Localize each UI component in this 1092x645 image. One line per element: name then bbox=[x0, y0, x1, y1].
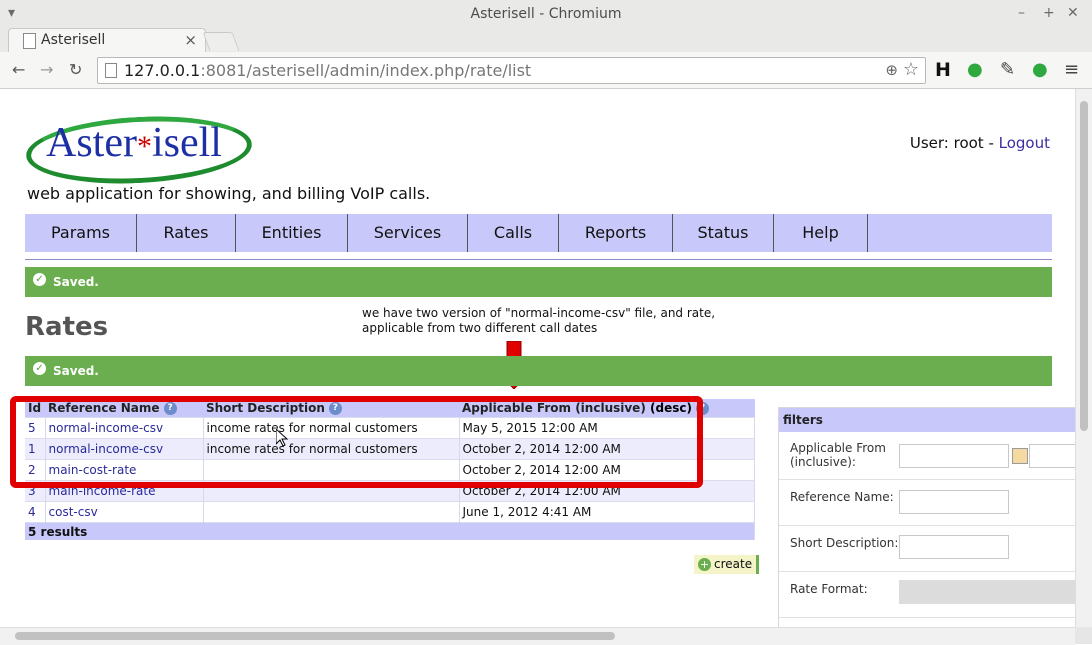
evernote-extension-icon[interactable]: ● bbox=[967, 59, 983, 80]
logo-text: Aster*isell bbox=[46, 120, 222, 166]
page-title: Rates bbox=[25, 312, 109, 342]
menu-item-reports[interactable]: Reports bbox=[559, 214, 673, 252]
menu-item-params[interactable]: Params bbox=[25, 214, 137, 252]
filters-title: filters bbox=[779, 408, 1075, 432]
new-tab-button[interactable] bbox=[202, 32, 240, 51]
horizontal-scroll-thumb[interactable] bbox=[15, 632, 615, 640]
row-applicable-from: June 1, 2012 4:41 AM bbox=[459, 501, 755, 523]
table-footer-row: 5 results bbox=[25, 522, 755, 540]
plus-icon: + bbox=[698, 558, 711, 571]
asterisell-logo[interactable]: Aster*isell bbox=[24, 111, 254, 189]
flash-message: Saved. bbox=[53, 275, 99, 289]
filters-panel: filters Applicable From (inclusive): Ref… bbox=[778, 407, 1075, 627]
annotation-line-1: we have two version of "normal-income-cs… bbox=[362, 306, 716, 320]
horizontal-scrollbar[interactable] bbox=[0, 627, 1075, 645]
filter-label: Rate Format: bbox=[790, 582, 868, 596]
browser-toolbar: ← → ↻ 127.0.0.1:8081/asterisell/admin/in… bbox=[0, 52, 1092, 89]
maximize-icon[interactable]: + bbox=[1043, 5, 1055, 21]
eyedropper-extension-icon[interactable]: ✎ bbox=[1000, 59, 1015, 80]
window-title: Asterisell - Chromium bbox=[470, 6, 622, 22]
zoom-icon[interactable]: ⊕ bbox=[885, 61, 898, 79]
page-info-icon[interactable] bbox=[105, 63, 117, 78]
back-icon[interactable]: ← bbox=[12, 60, 25, 79]
user-info: User: root - Logout bbox=[910, 134, 1050, 152]
close-window-icon[interactable]: ✕ bbox=[1067, 5, 1079, 21]
reference-name-input[interactable] bbox=[899, 490, 1009, 514]
check-icon: ✓ bbox=[33, 273, 46, 286]
filter-reference-name: Reference Name: bbox=[779, 480, 1075, 526]
menu-item-help[interactable]: Help bbox=[774, 214, 868, 252]
menu-item-entities[interactable]: Entities bbox=[236, 214, 348, 252]
menu-item-status[interactable]: Status bbox=[673, 214, 774, 252]
annotation-highlight-box bbox=[10, 396, 703, 488]
page-viewport: Aster*isell web application for showing,… bbox=[0, 89, 1075, 627]
results-count: 5 results bbox=[25, 522, 755, 540]
filter-label: Applicable From (inclusive): bbox=[790, 441, 886, 469]
page-icon bbox=[23, 33, 36, 49]
menu-divider bbox=[25, 259, 1052, 260]
row-id-link[interactable]: 4 bbox=[28, 505, 36, 519]
browser-tab[interactable]: Asterisell × bbox=[8, 28, 206, 53]
calendar-icon[interactable] bbox=[1012, 448, 1028, 464]
annotation-note: we have two version of "normal-income-cs… bbox=[362, 306, 715, 336]
row-reference-link[interactable]: cost-csv bbox=[49, 505, 98, 519]
filter-rate-format: Rate Format: bbox=[779, 572, 1075, 618]
applicable-from-input[interactable] bbox=[899, 444, 1009, 468]
rate-format-select[interactable] bbox=[899, 580, 1075, 604]
short-description-input[interactable] bbox=[899, 535, 1009, 559]
menu-item-rates[interactable]: Rates bbox=[137, 214, 236, 252]
annotation-line-2: applicable from two different call dates bbox=[362, 321, 598, 335]
filter-applicable-from: Applicable From (inclusive): bbox=[779, 433, 1075, 480]
forward-icon[interactable]: → bbox=[40, 60, 53, 79]
user-label: User: root - bbox=[909, 134, 999, 152]
url-text[interactable]: 127.0.0.1:8081/asterisell/admin/index.ph… bbox=[124, 61, 531, 80]
close-tab-icon[interactable]: × bbox=[184, 31, 197, 49]
create-label: create bbox=[714, 557, 753, 571]
logout-link[interactable]: Logout bbox=[999, 134, 1050, 152]
row-description bbox=[203, 501, 460, 523]
window-titlebar: Asterisell - Chromium ▾ – + ✕ bbox=[0, 0, 1092, 29]
main-menu: Params Rates Entities Services Calls Rep… bbox=[25, 214, 1052, 252]
reload-icon[interactable]: ↻ bbox=[69, 60, 82, 79]
chat-extension-icon[interactable]: ● bbox=[1032, 59, 1048, 80]
window-menu-icon[interactable]: ▾ bbox=[8, 5, 15, 21]
filter-label: Short Description: bbox=[790, 536, 899, 550]
scrollbar-corner bbox=[1075, 627, 1092, 644]
vertical-scrollbar[interactable] bbox=[1075, 89, 1092, 627]
flash-saved-bottom: ✓ Saved. bbox=[25, 356, 1052, 386]
tab-title: Asterisell bbox=[41, 32, 106, 48]
minimize-icon[interactable]: – bbox=[1018, 5, 1025, 21]
address-bar[interactable]: 127.0.0.1:8081/asterisell/admin/index.ph… bbox=[97, 57, 926, 84]
menu-item-calls[interactable]: Calls bbox=[468, 214, 559, 252]
mouse-cursor-icon bbox=[276, 429, 288, 447]
bookmark-star-icon[interactable]: ☆ bbox=[903, 59, 919, 80]
flash-saved-top: ✓ Saved. bbox=[25, 267, 1052, 297]
table-row[interactable]: 4 cost-csv June 1, 2012 4:41 AM bbox=[25, 501, 755, 523]
vertical-scroll-thumb[interactable] bbox=[1080, 101, 1088, 431]
menu-item-services[interactable]: Services bbox=[348, 214, 468, 252]
tagline: web application for showing, and billing… bbox=[27, 184, 431, 203]
create-button[interactable]: + create bbox=[694, 555, 760, 574]
check-icon: ✓ bbox=[33, 362, 46, 375]
filter-short-description: Short Description: bbox=[779, 526, 1075, 572]
filter-label: Reference Name: bbox=[790, 490, 894, 504]
applicable-from-time-input[interactable] bbox=[1029, 444, 1075, 468]
menu-icon[interactable]: ≡ bbox=[1064, 59, 1079, 80]
tab-strip: Asterisell × bbox=[0, 28, 1092, 53]
h-extension-icon[interactable]: H bbox=[935, 59, 951, 81]
flash-message: Saved. bbox=[53, 364, 99, 378]
